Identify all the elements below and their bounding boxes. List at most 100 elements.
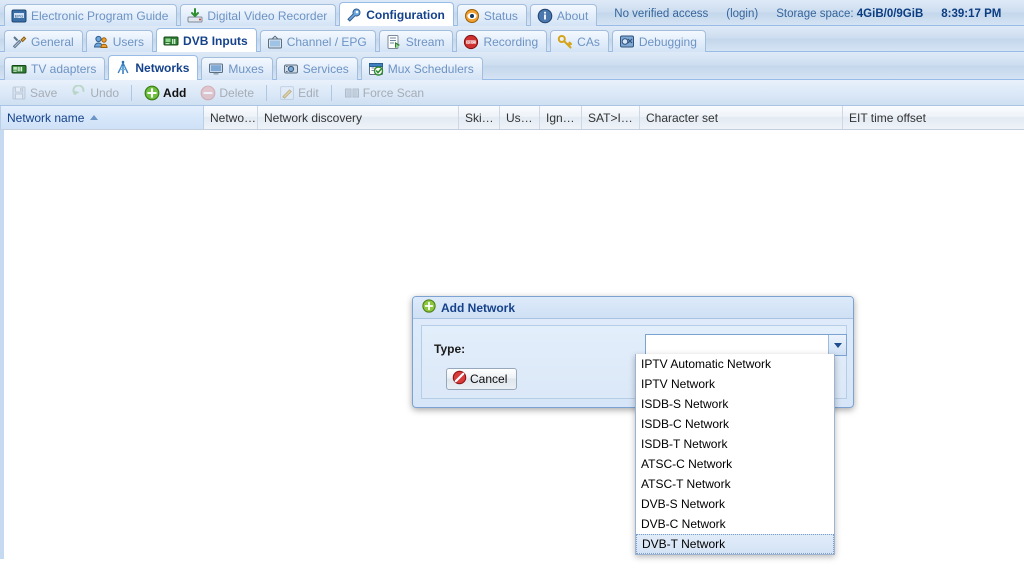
tab-label: Debugging — [638, 34, 697, 49]
configuration-tabstrip: General Users DVB Inputs Channel / EPG Strea… — [0, 26, 1024, 52]
grid-toolbar: Save Undo Add Delete Edit Force Scan — [0, 80, 1024, 106]
thvheadend-web-ui: EPG Electronic Program Guide Digital Video… — [0, 0, 1024, 571]
tab-label: TV adapters — [31, 62, 97, 76]
grid-column-label: Network name — [7, 110, 85, 125]
grid-column-label: Us… — [506, 110, 533, 125]
stream-icon — [386, 34, 402, 50]
toolbar-button-label: Save — [30, 85, 58, 100]
tab-muxes[interactable]: Muxes — [201, 57, 273, 80]
tab-label: About — [556, 8, 589, 23]
tab-label: DVB Inputs — [183, 33, 248, 48]
grid-column-label: Ski… — [465, 110, 494, 125]
tv-icon — [267, 34, 283, 50]
dvr-icon — [187, 7, 203, 24]
grid-column-label: Character set — [646, 110, 719, 125]
toolbar-button-undo: Undo — [64, 83, 126, 103]
grid-column-header[interactable]: Network name — [0, 106, 204, 129]
tab-general[interactable]: General — [4, 30, 83, 52]
tab-label: Stream — [405, 34, 445, 49]
scheduler-icon — [368, 61, 384, 77]
add-icon — [144, 85, 160, 101]
cancel-button[interactable]: Cancel — [446, 368, 518, 390]
tab-label: Status — [483, 8, 518, 23]
scan-icon — [344, 85, 360, 101]
delete-icon — [200, 85, 216, 101]
network-type-dropdown-list[interactable]: IPTV Automatic Network IPTV Network ISDB-S… — [635, 354, 835, 555]
toolbar-button-delete: Delete — [193, 83, 261, 103]
dropdown-option[interactable]: ISDB-C Network — [636, 414, 834, 434]
network-type-input[interactable] — [646, 336, 828, 354]
tab-digital-video-recorder[interactable]: Digital Video Recorder — [180, 4, 337, 26]
dropdown-option[interactable]: ISDB-T Network — [636, 434, 834, 454]
grid-column-header[interactable]: Us… — [500, 106, 540, 129]
grid-column-header[interactable]: SAT>I… — [582, 106, 640, 129]
tab-label: Configuration — [366, 7, 445, 22]
epg-icon: EPG — [11, 8, 27, 24]
grid-column-label: EIT time offset — [849, 110, 926, 125]
login-link[interactable]: (login) — [726, 8, 758, 20]
dropdown-option[interactable]: DVB-T Network — [636, 534, 834, 554]
dropdown-option[interactable]: DVB-C Network — [636, 514, 834, 534]
tab-tv-adapters[interactable]: TV adapters — [4, 57, 106, 80]
combo-trigger-button[interactable] — [828, 335, 846, 355]
grid-column-header[interactable]: Ign… — [540, 106, 582, 129]
dropdown-option[interactable]: ISDB-S Network — [636, 394, 834, 414]
tab-label: Mux Schedulers — [387, 62, 474, 76]
tab-label: Networks — [135, 61, 190, 75]
tab-about[interactable]: About — [529, 4, 598, 26]
tab-recording[interactable]: REC Recording — [456, 30, 548, 52]
dropdown-option[interactable]: DVB-S Network — [636, 494, 834, 514]
grid-column-header[interactable]: Character set — [640, 106, 843, 129]
tab-electronic-program-guide[interactable]: EPG Electronic Program Guide — [4, 4, 178, 26]
dropdown-option[interactable]: ATSC-T Network — [636, 474, 834, 494]
wrench-icon — [346, 7, 362, 23]
grid-column-label: Netwo… — [210, 110, 257, 125]
eye-icon — [464, 8, 480, 24]
verified-access-text: No verified access — [614, 8, 709, 20]
tab-channel-epg[interactable]: Channel / EPG — [259, 30, 376, 52]
toolbar-button-add[interactable]: Add — [137, 83, 193, 103]
tab-configuration[interactable]: Configuration — [339, 2, 454, 26]
dialog-titlebar: Add Network — [413, 297, 853, 319]
key-icon — [557, 34, 573, 50]
tools-icon — [11, 34, 27, 50]
grid-column-header[interactable]: EIT time offset — [843, 106, 1024, 129]
clock: 8:39:17 PM — [941, 8, 1002, 20]
tab-status[interactable]: Status — [456, 4, 527, 26]
tab-services[interactable]: Services — [275, 57, 358, 80]
grid-column-label: SAT>I… — [588, 110, 633, 125]
antenna-icon — [115, 60, 131, 76]
tab-stream[interactable]: Stream — [378, 30, 454, 52]
tab-cas[interactable]: CAs — [550, 30, 609, 52]
type-label: Type: — [434, 342, 466, 356]
tab-dvb-inputs[interactable]: DVB Inputs — [156, 28, 257, 52]
chevron-down-icon — [833, 342, 842, 348]
tab-mux-schedulers[interactable]: Mux Schedulers — [360, 57, 483, 80]
sort-ascending-icon — [90, 115, 99, 120]
tab-label: Digital Video Recorder — [207, 8, 328, 23]
cancel-button-label: Cancel — [470, 372, 508, 386]
tab-networks[interactable]: Networks — [108, 55, 199, 80]
tab-label: Electronic Program Guide — [31, 8, 169, 23]
tab-users[interactable]: Users — [85, 30, 154, 52]
network-type-combo[interactable] — [645, 334, 847, 356]
type-field-row: Type: — [434, 338, 465, 360]
edit-icon — [279, 85, 295, 101]
grid-column-header[interactable]: Network discovery — [258, 106, 459, 129]
tab-label: Users — [112, 34, 145, 49]
storage-space: Storage space: 4GiB/0/9GiB — [776, 8, 923, 20]
pcicard-icon — [11, 61, 27, 77]
dropdown-option[interactable]: IPTV Network — [636, 374, 834, 394]
toolbar-button-label: Edit — [298, 85, 319, 100]
dialog-title-text: Add Network — [441, 300, 516, 315]
toolbar-separator — [131, 84, 133, 101]
dropdown-option[interactable]: IPTV Automatic Network — [636, 354, 834, 374]
main-tabstrip: EPG Electronic Program Guide Digital Video… — [0, 0, 1024, 26]
grid-column-header[interactable]: Ski… — [459, 106, 500, 129]
tab-label: Services — [302, 62, 349, 76]
grid-column-header[interactable]: Netwo… — [204, 106, 258, 129]
tab-debugging[interactable]: Debugging — [611, 30, 706, 52]
cancel-icon — [452, 370, 467, 388]
dropdown-option[interactable]: ATSC-C Network — [636, 454, 834, 474]
svg-text:EPG: EPG — [15, 13, 23, 18]
